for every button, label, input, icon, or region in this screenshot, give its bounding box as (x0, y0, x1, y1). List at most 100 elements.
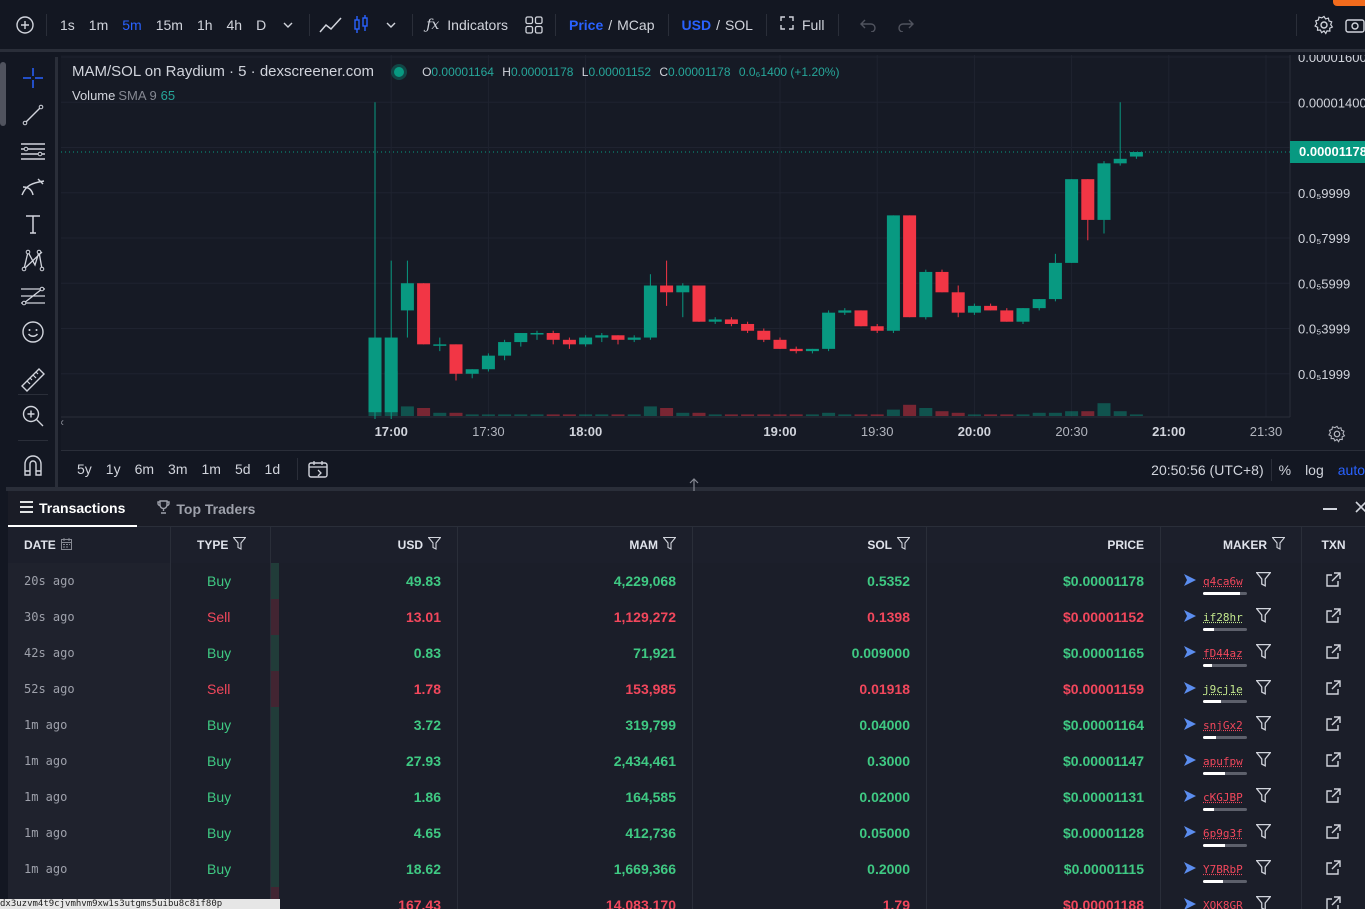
range-3m[interactable]: 3m (161, 461, 194, 477)
table-row[interactable]: 1m ago Buy 18.62 1,669,366 0.2000 $0.00001115… (8, 851, 1365, 887)
magnet-icon[interactable] (18, 450, 48, 480)
filter-icon[interactable] (1256, 572, 1271, 590)
filter-icon[interactable] (897, 537, 910, 553)
add-symbol-icon[interactable] (10, 10, 40, 40)
filter-icon[interactable] (1256, 608, 1271, 626)
external-link-icon[interactable] (1326, 608, 1341, 626)
zoom-in-icon[interactable] (18, 401, 48, 431)
maker-address[interactable]: Y7BRbP (1203, 863, 1243, 876)
header-type[interactable]: TYPE (171, 527, 271, 563)
filter-icon[interactable] (1256, 824, 1271, 842)
fullscreen-button[interactable]: Full (773, 10, 832, 40)
fib-tool-icon[interactable] (18, 281, 48, 311)
header-sol[interactable]: SOL (693, 527, 927, 563)
external-link-icon[interactable] (1326, 572, 1341, 590)
range-5d[interactable]: 5d (228, 461, 258, 477)
filter-icon[interactable] (1256, 788, 1271, 806)
filter-icon[interactable] (1256, 644, 1271, 662)
auto-toggle[interactable]: auto (1331, 462, 1365, 478)
minimize-icon[interactable] (1323, 508, 1337, 510)
external-link-icon[interactable] (1326, 824, 1341, 842)
maker-address[interactable]: if28hr (1203, 611, 1243, 624)
percent-toggle[interactable]: % (1272, 462, 1298, 478)
maker-address[interactable]: cKGJBP (1203, 791, 1243, 804)
date-range-icon[interactable] (308, 460, 328, 478)
close-icon[interactable] (1355, 500, 1365, 518)
candlestick-plot[interactable]: 0.000016000.000014000.0₅99990.0₅79990.0₅… (61, 55, 1365, 450)
range-6m[interactable]: 6m (128, 461, 161, 477)
candles-icon[interactable] (346, 10, 376, 40)
table-row[interactable]: 52s ago Sell 1.78 153,985 0.01918 $0.00001159… (8, 671, 1365, 707)
filter-icon[interactable] (428, 537, 441, 553)
external-link-icon[interactable] (1326, 860, 1341, 878)
external-link-icon[interactable] (1326, 788, 1341, 806)
maker-address[interactable]: q4ca6w (1203, 575, 1243, 588)
indicators-button[interactable]: ƒx Indicators (419, 10, 515, 40)
chevron-down-icon[interactable] (376, 10, 406, 40)
external-link-icon[interactable] (1326, 896, 1341, 909)
maker-address[interactable]: fD44az (1203, 647, 1243, 660)
table-row[interactable]: 30s ago Sell 13.01 1,129,272 0.1398 $0.000011… (8, 599, 1365, 635)
interval-5m[interactable]: 5m (115, 10, 148, 40)
camera-snapshot-icon[interactable] (1345, 10, 1365, 40)
text-tool-icon[interactable] (18, 209, 48, 239)
layout-grid-icon[interactable] (519, 10, 549, 40)
table-row[interactable]: 1m ago Buy 4.65 412,736 0.05000 $0.00001128 6p… (8, 815, 1365, 851)
header-date[interactable]: DATE (8, 527, 171, 563)
filter-icon[interactable] (1256, 896, 1271, 909)
price-chart[interactable]: 0.00001600 0.00001400 0.0₅9999 0.0₅7999 0.0₅… (61, 55, 1365, 450)
maker-address[interactable]: 6p9g3f (1203, 827, 1243, 840)
redo-icon[interactable] (891, 10, 921, 40)
horizontal-lines-icon[interactable] (18, 136, 48, 166)
interval-1s[interactable]: 1s (53, 10, 82, 40)
interval-1m[interactable]: 1m (82, 10, 115, 40)
filter-icon[interactable] (1256, 860, 1271, 878)
calendar-icon[interactable] (61, 538, 72, 553)
table-row[interactable]: 1m ago Buy 1.86 164,585 0.02000 $0.00001131 cK… (8, 779, 1365, 815)
crosshair-icon[interactable] (18, 63, 48, 93)
external-link-icon[interactable] (1326, 752, 1341, 770)
header-usd[interactable]: USD (271, 527, 458, 563)
table-row[interactable]: 20s ago Buy 49.83 4,229,068 0.5352 $0.0000117… (8, 563, 1365, 599)
external-link-icon[interactable] (1326, 680, 1341, 698)
tab-top-traders[interactable]: Top Traders (145, 491, 267, 527)
external-link-icon[interactable] (1326, 716, 1341, 734)
range-1m[interactable]: 1m (195, 461, 228, 477)
filter-icon[interactable] (1256, 752, 1271, 770)
table-row[interactable]: 1m ago Buy 3.72 319,799 0.04000 $0.00001164 sn… (8, 707, 1365, 743)
range-5y[interactable]: 5y (70, 461, 99, 477)
settings-gear-icon[interactable] (1309, 10, 1339, 40)
ruler-icon[interactable] (18, 365, 48, 395)
filter-icon[interactable] (1256, 716, 1271, 734)
header-mam[interactable]: MAM (458, 527, 693, 563)
range-1d[interactable]: 1d (258, 461, 288, 477)
chart-settings-icon[interactable] (1328, 425, 1346, 448)
interval-1h[interactable]: 1h (190, 10, 220, 40)
external-link-icon[interactable] (1326, 644, 1341, 662)
pattern-tool-icon[interactable] (18, 245, 48, 275)
log-toggle[interactable]: log (1298, 462, 1331, 478)
tab-transactions[interactable]: Transactions (8, 491, 137, 527)
maker-address[interactable]: snjGx2 (1203, 719, 1243, 732)
maker-address[interactable]: XQK8GR (1203, 899, 1243, 909)
filter-icon[interactable] (1272, 537, 1285, 553)
usd-sol-toggle[interactable]: USD / SOL (675, 10, 760, 40)
chevron-down-icon[interactable] (273, 10, 303, 40)
header-maker[interactable]: MAKER (1161, 527, 1302, 563)
filter-icon[interactable] (1256, 680, 1271, 698)
brush-icon[interactable] (18, 172, 48, 202)
filter-icon[interactable] (663, 537, 676, 553)
price-mcap-toggle[interactable]: Price / MCap (562, 10, 662, 40)
table-row[interactable]: 1m ago Buy 27.93 2,434,461 0.3000 $0.00001147… (8, 743, 1365, 779)
maker-address[interactable]: apufpw (1203, 755, 1243, 768)
trend-line-icon[interactable] (18, 100, 48, 130)
maker-address[interactable]: j9cj1e (1203, 683, 1243, 696)
interval-D[interactable]: D (249, 10, 273, 40)
interval-4h[interactable]: 4h (220, 10, 250, 40)
interval-15m[interactable]: 15m (149, 10, 190, 40)
filter-icon[interactable] (233, 537, 246, 553)
left-scrollbar[interactable] (0, 62, 6, 126)
emoji-icon[interactable] (18, 317, 48, 347)
range-1y[interactable]: 1y (99, 461, 128, 477)
line-chart-icon[interactable] (316, 10, 346, 40)
